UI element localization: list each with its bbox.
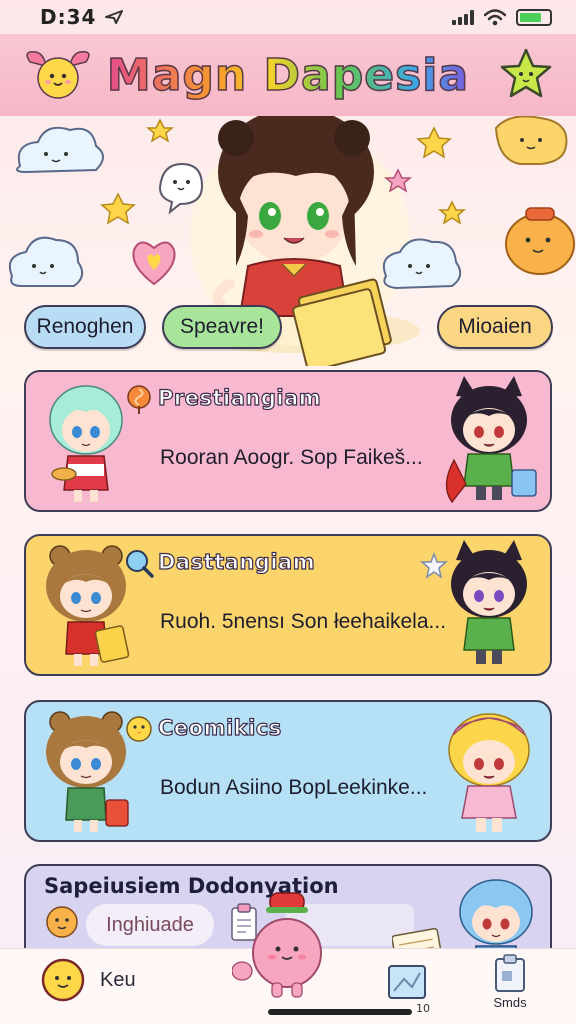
- section-input-chip[interactable]: Inghiuade: [86, 904, 214, 946]
- status-time: D:34: [40, 5, 97, 29]
- star-icon: [437, 200, 467, 225]
- bear-eared-chibi-icon: [46, 711, 129, 832]
- card-description: Bodun Asiino BopLeekinke...: [160, 776, 428, 799]
- content-card-2[interactable]: Dasttangiam Ruoh. 5nensı Son łeehaikela.…: [24, 534, 552, 676]
- cloud-icon: [8, 236, 84, 287]
- nav-label-smds: Smds: [493, 995, 527, 1010]
- battery-icon: [516, 8, 552, 26]
- location-arrow-icon: [105, 10, 124, 24]
- star-icon: [416, 126, 452, 159]
- star-icon: [100, 192, 136, 225]
- cat-eared-chibi-icon: [451, 540, 527, 664]
- card-title: Dasttangiam: [157, 549, 316, 574]
- cloud-icon: [16, 126, 104, 174]
- filter-pill-row: Renoghen Speavre! Mioaien: [0, 305, 576, 351]
- card-description: Ruoh. 5nensı Son łeehaikela...: [160, 610, 447, 633]
- star-icon: [420, 552, 448, 579]
- pill-button-3[interactable]: Mioaien: [437, 305, 553, 349]
- nav-item-smds[interactable]: Smds: [492, 953, 528, 1010]
- orange-mascot-icon: [505, 207, 575, 275]
- cat-eared-chibi-icon: [445, 376, 537, 504]
- status-bar: D:34: [0, 0, 576, 34]
- bread-bun-mascot-icon: [494, 115, 568, 165]
- star-icon: [145, 118, 175, 143]
- small-number-label: 10: [416, 1002, 430, 1015]
- nav-label-keu: Keu: [100, 968, 136, 991]
- home-indicator[interactable]: [268, 1009, 412, 1015]
- clipboard-doc-icon: [495, 954, 525, 992]
- pill-button-1[interactable]: Renoghen: [24, 305, 146, 349]
- mint-haired-chibi-icon: [49, 385, 123, 502]
- pink-blob-mascot-icon[interactable]: [232, 891, 342, 1003]
- content-card-3[interactable]: Ceomikics Bodun Asiino BopLeekinke...: [24, 700, 552, 842]
- bear-eared-chibi-icon: [46, 545, 130, 666]
- blonde-chibi-icon: [448, 713, 530, 832]
- card-description: Rooran Aoogr. Sop Faikeš...: [160, 446, 423, 469]
- winged-chick-mascot-icon[interactable]: [22, 44, 94, 104]
- status-time-group: D:34: [40, 5, 124, 29]
- wifi-icon: [484, 8, 506, 25]
- nav-item-keu[interactable]: Keu: [40, 957, 136, 1003]
- app-title: Magn Dapesia: [106, 49, 470, 102]
- app-header: Magn Dapesia: [0, 34, 576, 116]
- card-content: Dasttangiam Ruoh. 5nensı Son łeehaikela.…: [126, 548, 450, 662]
- chick-icon: [126, 716, 152, 742]
- card-content: Prestiangiam Rooran Aoogr. Sop Faikeš...: [127, 384, 450, 498]
- cellular-signal-icon: [452, 9, 474, 25]
- card-title: Ceomikics: [157, 715, 282, 740]
- status-indicators: [452, 8, 552, 26]
- card-content: Ceomikics Bodun Asiino BopLeekinke...: [126, 714, 450, 828]
- heart-icon: [132, 241, 176, 286]
- pill-button-2[interactable]: Speavre!: [162, 305, 282, 349]
- card-title: Prestiangiam: [157, 385, 322, 410]
- chick-face-icon: [46, 906, 78, 938]
- photo-frame-icon[interactable]: [386, 961, 428, 1003]
- favorite-star-icon[interactable]: [498, 46, 554, 102]
- lollipop-icon: [127, 385, 151, 414]
- magnifier-icon: [126, 550, 154, 578]
- content-card-1[interactable]: Prestiangiam Rooran Aoogr. Sop Faikeš...: [24, 370, 552, 512]
- chick-badge-icon: [41, 958, 85, 1002]
